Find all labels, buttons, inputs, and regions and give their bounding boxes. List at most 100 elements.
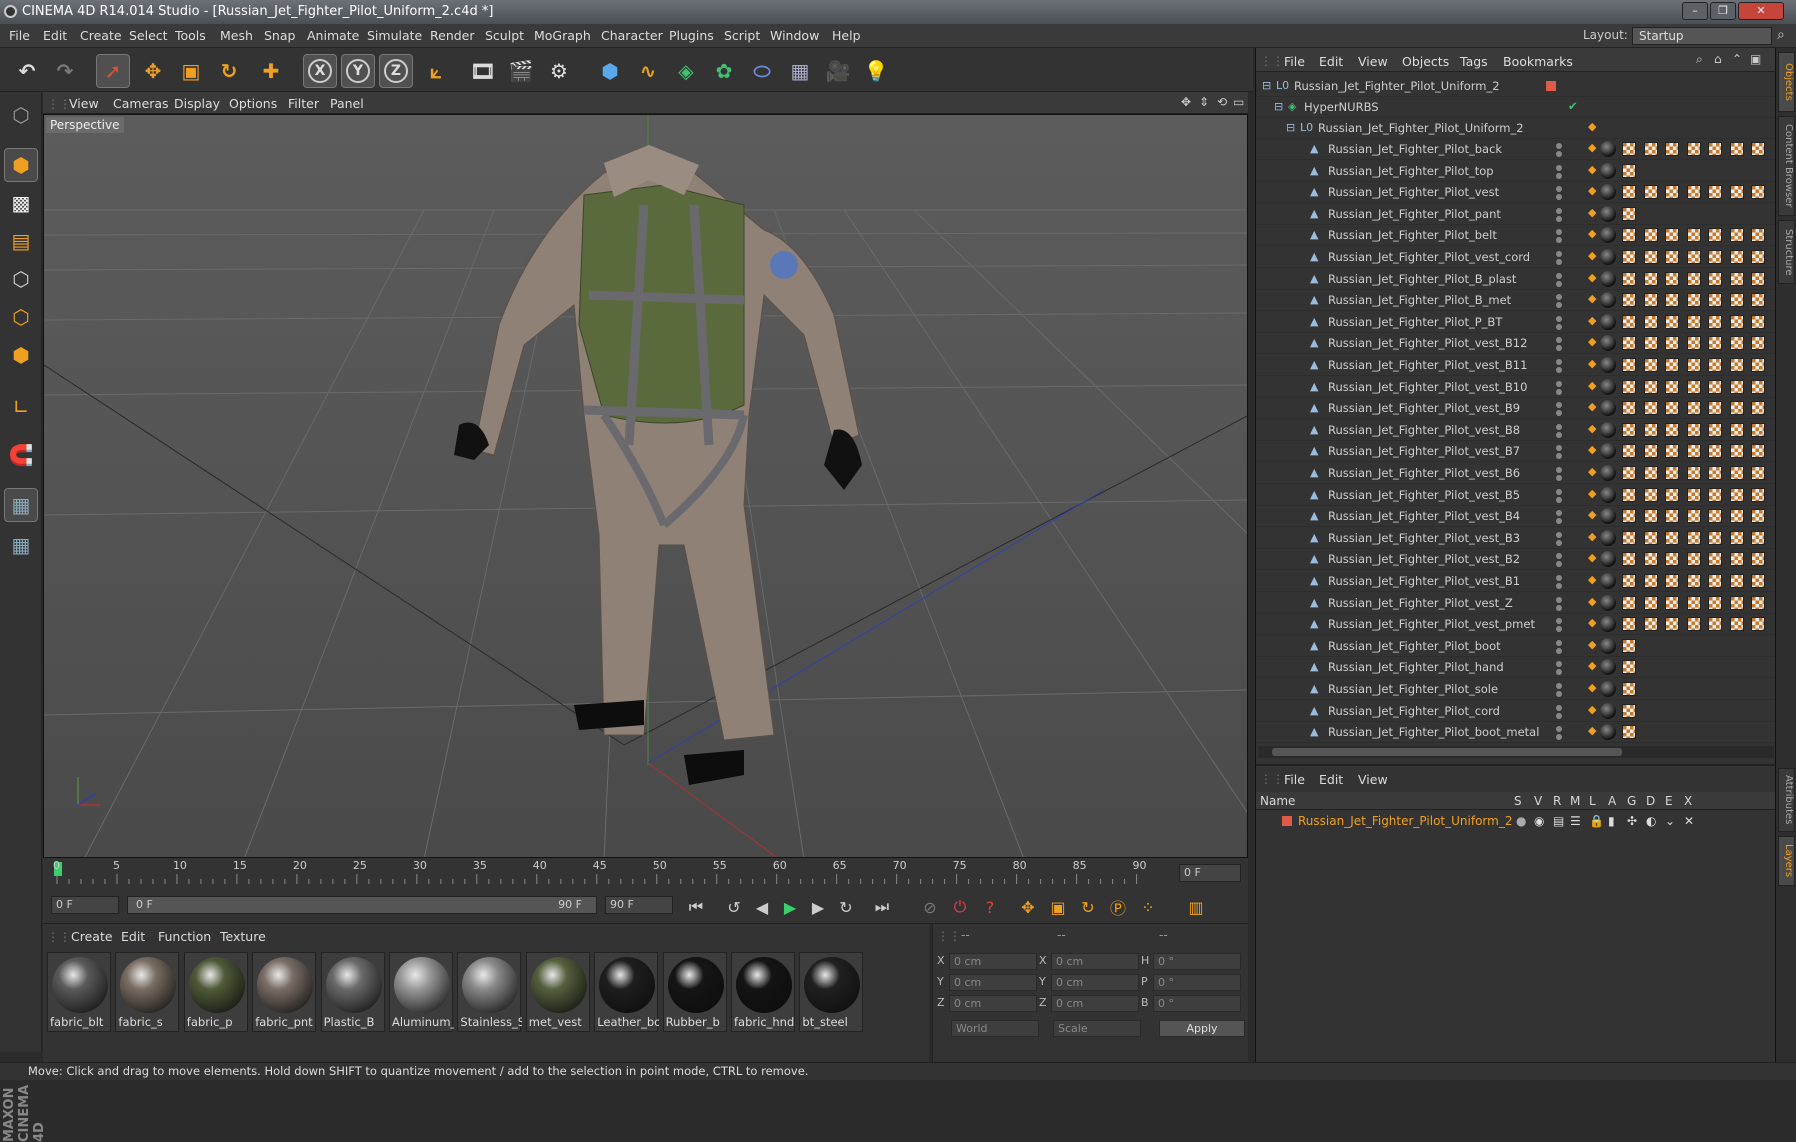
object-row[interactable]: ▲ Russian_Jet_Fighter_Pilot_boot ◆ [1256,636,1776,657]
phong-tag-icon[interactable]: ◆ [1588,401,1596,412]
texture-tag-icon[interactable] [1729,228,1744,243]
undo-icon[interactable]: ↶ [10,54,44,88]
editor-visibility-dot[interactable] [1556,510,1562,517]
next-key-icon[interactable]: ↻ [833,894,859,920]
material-tag-icon[interactable] [1600,681,1616,697]
object-name[interactable]: Russian_Jet_Fighter_Pilot_vest_B2 [1328,552,1520,566]
material-tag-icon[interactable] [1600,421,1616,438]
object-name[interactable]: Russian_Jet_Fighter_Pilot_vest [1328,185,1499,199]
texture-tag-icon[interactable] [1643,617,1658,632]
texture-tag-icon[interactable] [1708,142,1722,156]
material-swatch[interactable]: Stainless_S [457,952,522,1032]
axis-mode-icon[interactable]: ∟ [4,390,38,424]
texture-tag-icon[interactable] [1686,595,1701,610]
texture-tag-icon[interactable] [1622,509,1636,524]
menu-edit[interactable]: Edit [43,28,67,43]
maximize-view-icon[interactable]: ▭ [1233,95,1244,109]
texture-tag-icon[interactable] [1729,422,1744,437]
texture-tag-icon[interactable] [1686,466,1701,480]
texture-tag-icon[interactable] [1622,379,1636,394]
deformers-icon[interactable]: ◐ [1646,814,1656,828]
editor-visibility-dot[interactable] [1556,251,1562,257]
texture-tag-icon[interactable] [1751,336,1765,351]
object-name[interactable]: Russian_Jet_Fighter_Pilot_cord [1328,704,1500,718]
menu-snap[interactable]: Snap [264,28,295,43]
pan-icon[interactable]: ✥ [1181,95,1191,109]
material-menu-create[interactable]: Create [71,929,113,944]
edges-mode-icon[interactable]: ⬡ [4,300,38,334]
texture-tag-icon[interactable] [1622,638,1636,653]
timeline[interactable]: 0 5 10 15 20 25 30 35 40 45 50 55 60 65 70 75 80 85 90 0 F [43,858,1248,888]
editor-visibility-dot[interactable] [1556,704,1562,711]
texture-tag-icon[interactable] [1686,358,1701,372]
object-row[interactable]: ▲ Russian_Jet_Fighter_Pilot_vest_B4 ◆ [1256,506,1776,528]
expressions-icon[interactable]: ⌄ [1665,814,1675,828]
texture-tag-icon[interactable] [1665,552,1679,567]
texture-tag-icon[interactable] [1708,444,1722,459]
keyframe-selection-icon[interactable]: ? [977,894,1003,920]
texture-tag-icon[interactable] [1751,185,1765,200]
rotate-icon[interactable]: ↻ [212,54,246,88]
xref-icon[interactable]: ✕ [1684,814,1694,828]
material-tag-icon[interactable] [1600,335,1616,352]
menu-tools[interactable]: Tools [175,28,206,43]
material-tag-icon[interactable] [1600,205,1616,222]
menu-simulate[interactable]: Simulate [367,28,422,43]
render-visibility-dot[interactable] [1556,388,1562,395]
material-tag-icon[interactable] [1600,270,1616,287]
texture-tag-icon[interactable] [1686,314,1701,329]
texture-tag-icon[interactable] [1751,530,1765,545]
texture-tag-icon[interactable] [1751,228,1765,243]
object-menu-edit[interactable]: Edit [1319,54,1343,69]
texture-tag-icon[interactable] [1708,422,1722,437]
play-icon[interactable]: ▶ [777,894,803,920]
texture-tag-icon[interactable] [1686,574,1701,588]
material-tag-icon[interactable] [1600,637,1616,654]
up-icon[interactable]: ⌃ [1732,52,1742,66]
viewport-menu-cameras[interactable]: Cameras [113,96,169,111]
collapse-icon[interactable]: ⊟ [1262,79,1271,92]
texture-tag-icon[interactable] [1622,358,1636,372]
object-name[interactable]: Russian_Jet_Fighter_Pilot_vest_B5 [1328,488,1520,502]
material-swatch[interactable]: fabric_s [115,952,180,1032]
editor-visibility-dot[interactable] [1556,207,1562,214]
object-name[interactable]: Russian_Jet_Fighter_Pilot_Uniform_2 [1294,79,1500,93]
render-visibility-dot[interactable] [1556,734,1562,741]
editor-visibility-dot[interactable] [1556,531,1562,538]
material-menu-function[interactable]: Function [158,929,211,944]
phong-tag-icon[interactable]: ◆ [1588,466,1596,477]
texture-tag-icon[interactable] [1686,379,1701,394]
render-visibility-dot[interactable] [1556,431,1562,438]
material-tag-icon[interactable] [1600,486,1616,503]
material-tag-icon[interactable] [1600,508,1616,525]
texture-tag-icon[interactable] [1686,509,1701,524]
editor-visibility-dot[interactable] [1556,294,1562,301]
object-name[interactable]: Russian_Jet_Fighter_Pilot_vest_B6 [1328,466,1520,480]
object-name[interactable]: Russian_Jet_Fighter_Pilot_top [1328,164,1494,178]
editor-visibility-dot[interactable] [1556,575,1562,581]
zoom-icon[interactable]: ⇕ [1199,95,1209,109]
phong-tag-icon[interactable]: ◆ [1588,121,1596,132]
workplane-icon[interactable]: ▤ [4,224,38,258]
texture-tag-icon[interactable] [1751,271,1765,286]
phong-tag-icon[interactable]: ◆ [1588,336,1596,347]
texture-tag-icon[interactable] [1751,466,1765,480]
workplane-lock-icon[interactable]: ▦ [4,488,38,522]
material-menu-texture[interactable]: Texture [220,929,266,944]
tab-content-browser[interactable]: Content Browser [1778,116,1795,216]
material-swatch[interactable]: Leather_bo [594,952,659,1032]
object-name[interactable]: Russian_Jet_Fighter_Pilot_vest_B9 [1328,401,1520,415]
render-visibility-dot[interactable] [1556,345,1562,352]
render-settings-icon[interactable]: ⚙ [542,54,576,88]
points-mode-icon[interactable]: ⬡ [4,262,38,296]
texture-tag-icon[interactable] [1643,595,1658,610]
texture-tag-icon[interactable] [1751,314,1765,329]
menu-window[interactable]: Window [770,28,819,43]
texture-tag-icon[interactable] [1708,595,1722,610]
add-icon[interactable]: ✚ [254,54,288,88]
render-visibility-dot[interactable] [1556,151,1562,157]
menu-mesh[interactable]: Mesh [220,28,253,43]
texture-tag-icon[interactable] [1708,401,1722,416]
render-visibility-dot[interactable] [1556,496,1562,503]
texture-tag-icon[interactable] [1729,574,1744,588]
